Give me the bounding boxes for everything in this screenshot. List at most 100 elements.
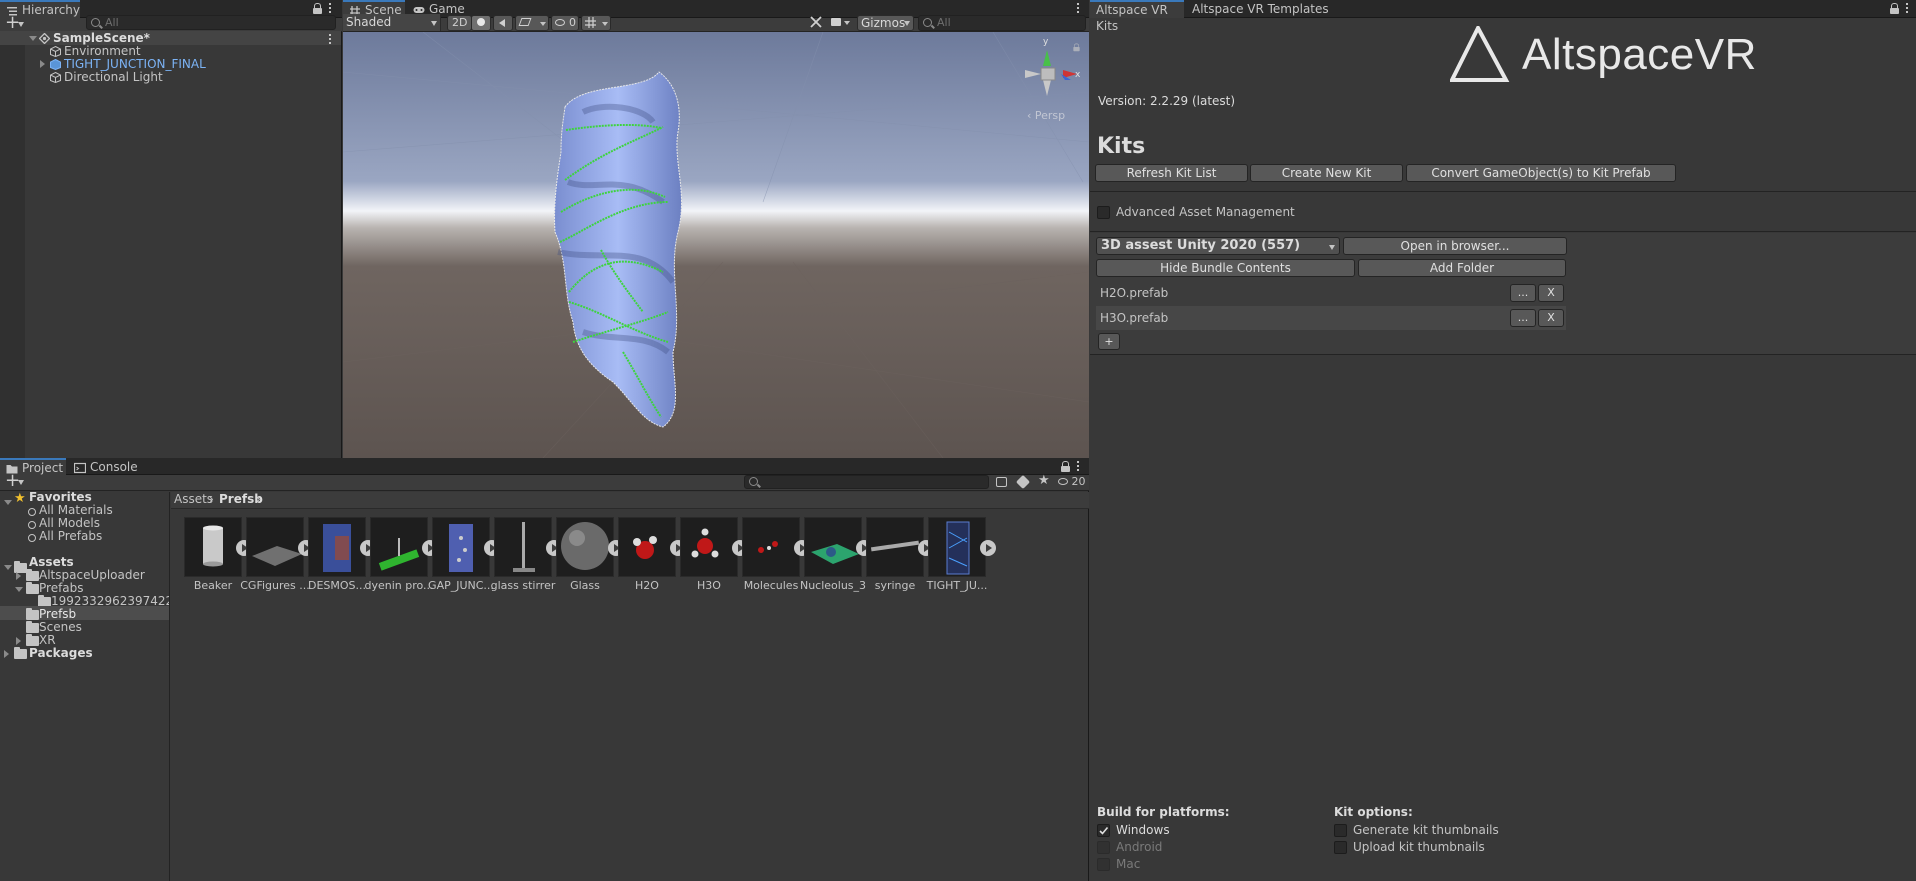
open-in-browser-button[interactable]: Open in browser... bbox=[1343, 237, 1567, 255]
search-icon bbox=[749, 477, 758, 486]
asset-label: GAP_JUNC... bbox=[428, 579, 494, 592]
upload-thumbnails-checkbox[interactable] bbox=[1334, 841, 1347, 854]
prefab-remove-button[interactable]: X bbox=[1538, 309, 1564, 327]
add-folder-button[interactable]: Add Folder bbox=[1358, 259, 1566, 277]
expand-arrow-icon[interactable] bbox=[4, 565, 12, 570]
search-icon bbox=[28, 534, 36, 542]
asset-label: syringe bbox=[874, 579, 916, 592]
asset-label: H3O bbox=[697, 579, 721, 592]
mac-checkbox bbox=[1097, 858, 1110, 871]
asset-tile[interactable]: syringe bbox=[860, 517, 934, 597]
more-options-icon[interactable] bbox=[1077, 2, 1080, 14]
collapse-arrow-icon[interactable] bbox=[4, 650, 9, 658]
scene-search-input[interactable]: All bbox=[918, 15, 1086, 31]
expand-arrow-icon[interactable] bbox=[15, 587, 23, 592]
more-options-icon[interactable] bbox=[1906, 2, 1909, 14]
breadcrumb: Assets › Prefsb › bbox=[171, 492, 1089, 509]
unity-scene-icon bbox=[38, 32, 51, 45]
prefab-row[interactable]: H3O.prefab ... X bbox=[1096, 306, 1566, 330]
scene-options-icon[interactable] bbox=[329, 33, 332, 45]
hide-bundle-contents-button[interactable]: Hide Bundle Contents bbox=[1096, 259, 1355, 277]
grid-dropdown[interactable] bbox=[581, 15, 611, 31]
prefab-more-button[interactable]: ... bbox=[1510, 284, 1536, 302]
lock-icon[interactable] bbox=[1890, 3, 1899, 14]
shading-mode-dropdown[interactable]: Shaded bbox=[343, 14, 441, 31]
more-options-icon[interactable] bbox=[329, 2, 332, 14]
prefab-icon bbox=[50, 58, 61, 73]
lock-icon[interactable] bbox=[313, 3, 322, 14]
convert-gameobject-button[interactable]: Convert GameObject(s) to Kit Prefab bbox=[1406, 164, 1676, 182]
asset-tile[interactable]: CGFigures ... bbox=[240, 517, 314, 597]
hidden-objects-toggle[interactable]: 0 bbox=[551, 15, 579, 31]
tab-altspace-kits[interactable]: Altspace VR Kits bbox=[1090, 0, 1184, 33]
prefab-remove-button[interactable]: X bbox=[1538, 284, 1564, 302]
expand-arrow-icon[interactable] bbox=[29, 36, 37, 41]
asset-tile[interactable]: Molecules bbox=[736, 517, 810, 597]
tab-console[interactable]: Console bbox=[68, 458, 138, 475]
asset-thumbnail bbox=[370, 517, 428, 577]
asset-tile[interactable]: H2O bbox=[612, 517, 686, 597]
camera-icon[interactable] bbox=[831, 18, 841, 26]
chevron-down-icon[interactable] bbox=[18, 480, 24, 485]
favorite-item[interactable]: All Prefabs bbox=[39, 528, 102, 544]
effects-dropdown[interactable] bbox=[515, 15, 549, 31]
platform-label-disabled: Android bbox=[1116, 840, 1163, 854]
windows-checkbox[interactable] bbox=[1097, 824, 1110, 837]
prefab-more-button[interactable]: ... bbox=[1510, 309, 1536, 327]
more-options-icon[interactable] bbox=[1077, 460, 1080, 472]
kit-select-dropdown[interactable]: 3D assest Unity 2020 (557) bbox=[1096, 237, 1340, 255]
create-new-kit-button[interactable]: Create New Kit bbox=[1250, 164, 1403, 182]
asset-tile[interactable]: H3O bbox=[674, 517, 748, 597]
lighting-toggle-button[interactable] bbox=[471, 15, 491, 31]
hierarchy-search-input[interactable]: All bbox=[86, 15, 336, 30]
play-icon[interactable] bbox=[980, 540, 996, 556]
asset-tile[interactable]: DESMOS... bbox=[302, 517, 376, 597]
search-icon bbox=[91, 18, 100, 27]
star-icon[interactable]: ★ bbox=[1038, 473, 1050, 488]
generate-thumbnails-checkbox[interactable] bbox=[1334, 824, 1347, 837]
advanced-asset-management-checkbox[interactable] bbox=[1097, 206, 1110, 219]
tools-icon[interactable] bbox=[810, 16, 822, 31]
lock-icon[interactable] bbox=[1061, 461, 1070, 472]
grid-icon bbox=[585, 17, 596, 32]
refresh-kit-list-button[interactable]: Refresh Kit List bbox=[1095, 164, 1248, 182]
lock-icon[interactable] bbox=[1073, 43, 1080, 52]
hidden-packages-toggle[interactable]: 20 bbox=[1058, 475, 1086, 488]
search-placeholder: All bbox=[105, 16, 119, 29]
collapse-arrow-icon[interactable] bbox=[16, 572, 21, 580]
asset-thumbnail bbox=[308, 517, 366, 577]
hierarchy-item[interactable]: Directional Light bbox=[64, 69, 163, 85]
expand-arrow-icon[interactable] bbox=[4, 500, 12, 505]
prefab-row[interactable]: H2O.prefab ... X bbox=[1096, 281, 1566, 305]
asset-tile[interactable]: Nucleolus_3 bbox=[798, 517, 872, 597]
add-prefab-button[interactable]: + bbox=[1098, 333, 1120, 350]
search-icon bbox=[28, 521, 36, 529]
breadcrumb-item[interactable]: Assets bbox=[174, 492, 213, 506]
scene-row[interactable] bbox=[0, 31, 341, 45]
audio-toggle-button[interactable] bbox=[493, 15, 513, 31]
chevron-down-icon[interactable] bbox=[844, 21, 850, 25]
folder-icon bbox=[26, 621, 39, 633]
filter-by-type-icon[interactable] bbox=[996, 477, 1007, 487]
project-panel: Project Console + ★ 20 ★ Favorites All M… bbox=[0, 458, 1089, 881]
orientation-gizmo[interactable]: y x bbox=[1021, 37, 1081, 100]
chevron-down-icon[interactable] bbox=[18, 22, 24, 27]
collapse-arrow-icon[interactable] bbox=[16, 637, 21, 645]
asset-tile[interactable]: TIGHT_JU... bbox=[922, 517, 996, 597]
tab-altspace-templates[interactable]: Altspace VR Templates bbox=[1186, 0, 1337, 18]
asset-tile[interactable]: dyenin pro... bbox=[364, 517, 438, 597]
altspace-logo: AltspaceVR bbox=[1448, 23, 1756, 86]
gizmos-dropdown[interactable]: Gizmos bbox=[857, 15, 914, 31]
asset-tile[interactable]: GAP_JUNC... bbox=[426, 517, 500, 597]
asset-tile[interactable]: glass stirrer bbox=[488, 517, 562, 597]
scene-viewport[interactable]: y x ‹ Persp bbox=[343, 32, 1089, 458]
packages-root[interactable]: Packages bbox=[29, 645, 93, 661]
hidden-count: 0 bbox=[569, 16, 576, 29]
asset-tile[interactable]: Beaker bbox=[178, 517, 252, 597]
toggle-2d-button[interactable]: 2D bbox=[447, 15, 473, 31]
asset-thumbnail bbox=[494, 517, 552, 577]
asset-tile[interactable]: Glass bbox=[550, 517, 624, 597]
collapse-arrow-icon[interactable] bbox=[40, 60, 45, 68]
project-search-input[interactable] bbox=[744, 475, 989, 489]
persp-label[interactable]: ‹ Persp bbox=[1027, 109, 1065, 122]
